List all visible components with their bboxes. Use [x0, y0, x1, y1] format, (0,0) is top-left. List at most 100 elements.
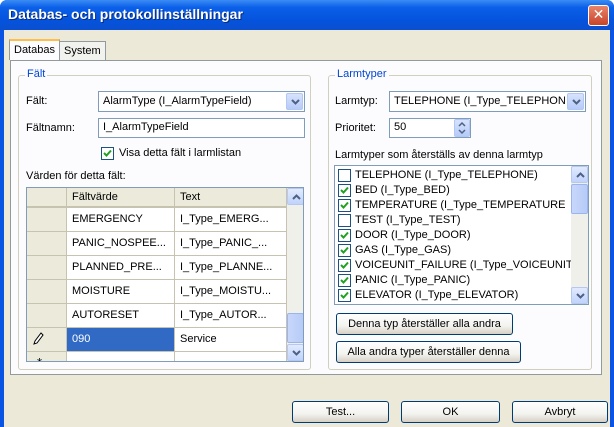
- list-item-label: GAS (I_Type_GAS): [355, 244, 451, 256]
- list-item-label: BED (I_Type_BED): [355, 184, 450, 196]
- alarm-type-value: TELEPHONE (I_Type_TELEPHONE: [394, 95, 565, 107]
- list-item[interactable]: DOOR (I_Type_DOOR): [338, 228, 568, 243]
- new-cell-text[interactable]: [175, 352, 287, 361]
- cell-value[interactable]: 090: [67, 328, 175, 352]
- pencil-icon: [27, 328, 67, 352]
- checkbox-checked[interactable]: [338, 274, 351, 287]
- cell-value[interactable]: PANIC_NOSPEE...: [67, 232, 175, 256]
- cell-text[interactable]: I_Type_AUTOR...: [175, 304, 287, 328]
- reset-all-others-button[interactable]: Denna typ återställer alla andra: [336, 313, 513, 335]
- checkbox-checked[interactable]: [338, 244, 351, 257]
- chevron-down-icon[interactable]: [567, 93, 584, 110]
- checkbox-checked[interactable]: [338, 199, 351, 212]
- scroll-up-icon[interactable]: [571, 166, 588, 183]
- larmtyper-group: Larmtyper Larmtyp: TELEPHONE (I_Type_TEL…: [328, 68, 592, 370]
- list-item[interactable]: TEST (I_Type_TEST): [338, 213, 568, 228]
- dialog-client: Databas System Fält Fält: AlarmType (I_A…: [4, 30, 610, 427]
- list-item-label: TELEPHONE (I_Type_TELEPHONE): [355, 169, 538, 181]
- table-row[interactable]: PANIC_NOSPEE... I_Type_PANIC_...: [27, 232, 287, 256]
- cell-text[interactable]: I_Type_PANIC_...: [175, 232, 287, 256]
- checkbox-checked[interactable]: [338, 184, 351, 197]
- falt-group-legend: Fält: [25, 68, 48, 80]
- cell-value[interactable]: AUTORESET: [67, 304, 175, 328]
- checkbox-unchecked[interactable]: [338, 169, 351, 182]
- test-button[interactable]: Test...: [292, 401, 389, 423]
- new-cell-value[interactable]: [67, 352, 175, 361]
- column-header-faltvarde[interactable]: Fältvärde: [67, 188, 175, 208]
- tab-system[interactable]: System: [59, 41, 106, 60]
- ok-button[interactable]: OK: [401, 401, 500, 423]
- cell-text[interactable]: I_Type_EMERG...: [175, 208, 287, 232]
- cell-text[interactable]: I_Type_MOISTU...: [175, 280, 287, 304]
- row-header[interactable]: [27, 208, 67, 232]
- scroll-thumb[interactable]: [287, 313, 303, 343]
- column-header-text[interactable]: Text: [175, 188, 287, 208]
- values-label: Värden för detta fält:: [26, 170, 126, 182]
- table-row[interactable]: MOISTURE I_Type_MOISTU...: [27, 280, 287, 304]
- list-item-label: TEST (I_Type_TEST): [355, 214, 461, 226]
- alarm-type-combo[interactable]: TELEPHONE (I_Type_TELEPHONE: [389, 91, 586, 112]
- grid-scrollbar[interactable]: [287, 188, 303, 361]
- cancel-button[interactable]: Avbryt: [512, 401, 608, 423]
- reset-list-label: Larmtyper som återställs av denna larmty…: [335, 149, 543, 161]
- scroll-down-icon[interactable]: [287, 344, 303, 361]
- priority-spinner[interactable]: [454, 119, 470, 137]
- reset-list[interactable]: TELEPHONE (I_Type_TELEPHONE) BED (I_Type…: [334, 165, 589, 305]
- cell-value[interactable]: PLANNED_PRE...: [67, 256, 175, 280]
- list-item[interactable]: BED (I_Type_BED): [338, 183, 568, 198]
- table-row[interactable]: PLANNED_PRE... I_Type_PLANNE...: [27, 256, 287, 280]
- table-row-selected[interactable]: 090 Service: [27, 328, 287, 352]
- list-item[interactable]: GAS (I_Type_GAS): [338, 243, 568, 258]
- chevron-down-icon[interactable]: [286, 93, 303, 110]
- show-in-list-checkbox[interactable]: [101, 147, 114, 160]
- larmtyper-group-legend: Larmtyper: [335, 68, 389, 80]
- list-item-label: TEMPERATURE (I_Type_TEMPERATURE: [355, 199, 566, 211]
- table-row[interactable]: EMERGENCY I_Type_EMERG...: [27, 208, 287, 232]
- field-name-input[interactable]: I_AlarmTypeField: [98, 118, 305, 138]
- list-item-label: ELEVATOR (I_Type_ELEVATOR): [355, 289, 519, 301]
- tab-databas[interactable]: Databas: [9, 39, 60, 60]
- cell-text[interactable]: I_Type_PLANNE...: [175, 256, 287, 280]
- list-item[interactable]: TEMPERATURE (I_Type_TEMPERATURE: [338, 198, 568, 213]
- reset-list-scrollbar[interactable]: [571, 166, 588, 304]
- dialog-window: Databas- och protokollinställningar ✕ Da…: [0, 0, 614, 427]
- scroll-up-icon[interactable]: [287, 188, 303, 205]
- list-item[interactable]: PANIC (I_Type_PANIC): [338, 273, 568, 288]
- table-row[interactable]: AUTORESET I_Type_AUTOR...: [27, 304, 287, 328]
- title-bar[interactable]: Databas- och protokollinställningar ✕: [0, 0, 614, 30]
- list-item[interactable]: TELEPHONE (I_Type_TELEPHONE): [338, 168, 568, 183]
- show-in-list-label: Visa detta fält i larmlistan: [119, 147, 242, 159]
- priority-label: Prioritet:: [335, 122, 376, 134]
- scroll-thumb[interactable]: [571, 184, 588, 214]
- all-others-reset-button[interactable]: Alla andra typer återställer denna: [336, 341, 521, 363]
- cell-value[interactable]: MOISTURE: [67, 280, 175, 304]
- row-header[interactable]: [27, 280, 67, 304]
- checkbox-checked[interactable]: [338, 229, 351, 242]
- row-header[interactable]: [27, 232, 67, 256]
- checkbox-checked[interactable]: [338, 259, 351, 272]
- list-item-label: VOICEUNIT_FAILURE (I_Type_VOICEUNIT: [355, 259, 573, 271]
- field-label: Fält:: [26, 95, 48, 107]
- scroll-down-icon[interactable]: [571, 287, 588, 304]
- new-row-marker: *: [27, 352, 67, 361]
- list-item[interactable]: VOICEUNIT_FAILURE (I_Type_VOICEUNIT: [338, 258, 573, 273]
- cell-text[interactable]: Service: [175, 328, 287, 352]
- field-combo[interactable]: AlarmType (I_AlarmTypeField): [98, 91, 305, 112]
- window-title: Databas- och protokollinställningar: [8, 6, 243, 22]
- list-item[interactable]: ELEVATOR (I_Type_ELEVATOR): [338, 288, 568, 303]
- list-item-label: PANIC (I_Type_PANIC): [355, 274, 471, 286]
- falt-group: Fält Fält: AlarmType (I_AlarmTypeField) …: [18, 68, 311, 370]
- field-combo-value: AlarmType (I_AlarmTypeField): [103, 95, 252, 107]
- values-grid[interactable]: Fältvärde Text EMERGENCY I_Type_EMERG...…: [26, 187, 304, 362]
- cell-value[interactable]: EMERGENCY: [67, 208, 175, 232]
- alarm-type-label: Larmtyp:: [335, 95, 378, 107]
- new-row[interactable]: *: [27, 352, 287, 361]
- checkbox-unchecked[interactable]: [338, 214, 351, 227]
- close-icon[interactable]: ✕: [588, 5, 609, 26]
- row-header[interactable]: [27, 256, 67, 280]
- checkbox-checked[interactable]: [338, 289, 351, 302]
- row-header[interactable]: [27, 304, 67, 328]
- field-name-label: Fältnamn:: [26, 122, 75, 134]
- grid-corner: [27, 188, 67, 208]
- tab-panel-databas: Fält Fält: AlarmType (I_AlarmTypeField) …: [10, 60, 602, 375]
